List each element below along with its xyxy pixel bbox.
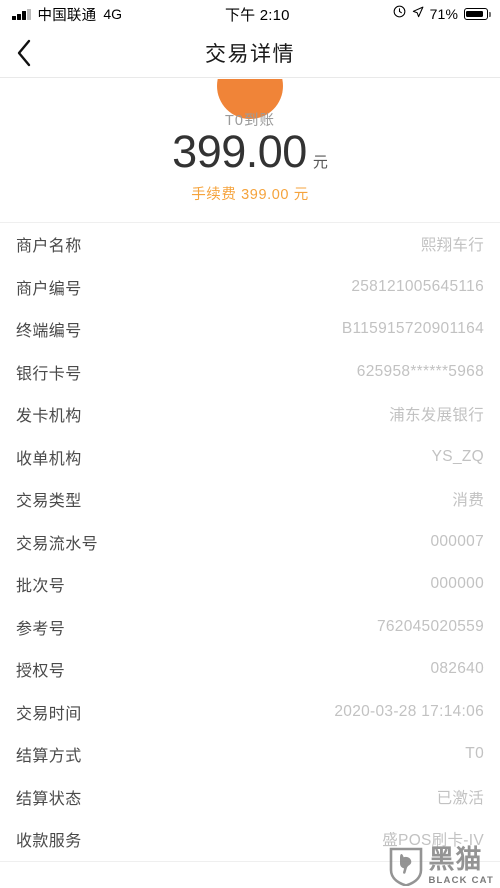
- watermark-en: BLACK CAT: [428, 875, 494, 886]
- status-bar: 中国联通 4G 下午 2:10 71%: [0, 0, 500, 28]
- detail-row-value: 082640: [430, 660, 484, 678]
- detail-row: 商户名称 熙翔车行: [0, 223, 500, 266]
- detail-row: 终端编号 B115915720901164: [0, 308, 500, 351]
- detail-row: 商户编号 258121005645116: [0, 266, 500, 309]
- detail-row-label: 批次号: [16, 578, 66, 596]
- detail-row-label: 参考号: [16, 620, 66, 638]
- detail-row-label: 收款服务: [16, 833, 82, 851]
- detail-row-value: 已激活: [436, 789, 484, 807]
- location-arrow-icon: [412, 5, 424, 23]
- status-bar-right: 71%: [393, 5, 491, 23]
- detail-row-value: 258121005645116: [351, 277, 484, 295]
- detail-row-value: 625958******5968: [356, 362, 484, 380]
- detail-row: 交易时间 2020-03-28 17:14:06: [0, 691, 500, 734]
- detail-row-label: 交易时间: [16, 705, 82, 723]
- alarm-clock-icon: [393, 5, 406, 23]
- chevron-left-icon: [16, 39, 32, 67]
- detail-row: 收单机构 YS_ZQ: [0, 436, 500, 479]
- detail-row-value: T0: [465, 745, 484, 763]
- detail-row: 参考号 762045020559: [0, 606, 500, 649]
- amount-currency-unit: 元: [312, 154, 328, 171]
- detail-row: 批次号 000000: [0, 563, 500, 606]
- signal-bars-icon: [12, 8, 31, 20]
- detail-row-label: 商户编号: [16, 280, 82, 298]
- status-bar-left: 中国联通 4G: [12, 4, 122, 25]
- amount-row: 399.00 元: [0, 129, 500, 174]
- detail-row-value: YS_ZQ: [431, 447, 484, 465]
- list-bottom-divider: [0, 860, 500, 862]
- detail-row-label: 收单机构: [16, 450, 82, 468]
- detail-row: 银行卡号 625958******5968: [0, 351, 500, 394]
- detail-row-value: B115915720901164: [341, 320, 484, 338]
- status-bar-center: 下午 2:10: [122, 4, 393, 25]
- detail-row: 交易流水号 000007: [0, 521, 500, 564]
- detail-row: 收款服务 盛POS刷卡-IV: [0, 818, 500, 861]
- detail-row-label: 商户名称: [16, 238, 82, 256]
- transaction-summary: T0到账 399.00 元 手续费 399.00 元: [0, 79, 500, 222]
- detail-row-value: 2020-03-28 17:14:06: [334, 702, 484, 720]
- detail-row-label: 结算方式: [16, 748, 82, 766]
- network-type: 4G: [103, 6, 122, 22]
- detail-row-value: 熙翔车行: [420, 237, 484, 255]
- detail-row-value: 762045020559: [376, 617, 484, 635]
- detail-row-label: 发卡机构: [16, 408, 82, 426]
- detail-row-label: 银行卡号: [16, 365, 82, 383]
- detail-row-label: 结算状态: [16, 790, 82, 808]
- back-button[interactable]: [16, 28, 60, 78]
- status-bar-clock: 下午 2:10: [224, 6, 290, 24]
- battery-percent: 71%: [429, 6, 458, 22]
- detail-row-value: 浦东发展银行: [389, 407, 484, 425]
- detail-row-value: 000007: [430, 532, 484, 550]
- detail-row: 授权号 082640: [0, 648, 500, 691]
- detail-row-label: 授权号: [16, 663, 66, 681]
- detail-row: 结算状态 已激活: [0, 776, 500, 819]
- transaction-amount: 399.00: [172, 126, 307, 177]
- detail-row: 交易类型 消费: [0, 478, 500, 521]
- fee-label: 手续费 399.00 元: [191, 187, 309, 203]
- page-title: 交易详情: [205, 42, 295, 66]
- navigation-bar: 交易详情: [0, 28, 500, 78]
- detail-row-label: 交易流水号: [16, 535, 99, 553]
- battery-icon: [464, 8, 491, 20]
- detail-row-label: 交易类型: [16, 493, 82, 511]
- transaction-detail-list: 商户名称 熙翔车行商户编号 258121005645116 终端编号 B11591572…: [0, 222, 500, 862]
- transaction-detail-screen: 中国联通 4G 下午 2:10 71% 交易详情 T0到账 399.00 元 手…: [0, 0, 500, 888]
- detail-row-label: 终端编号: [16, 323, 82, 341]
- detail-row-value: 盛POS刷卡-IV: [382, 832, 484, 850]
- detail-row: 结算方式 T0: [0, 733, 500, 776]
- detail-row: 发卡机构 浦东发展银行: [0, 393, 500, 436]
- carrier-name: 中国联通: [37, 7, 97, 24]
- detail-row-value: 消费: [452, 492, 484, 510]
- detail-row-value: 000000: [430, 575, 484, 593]
